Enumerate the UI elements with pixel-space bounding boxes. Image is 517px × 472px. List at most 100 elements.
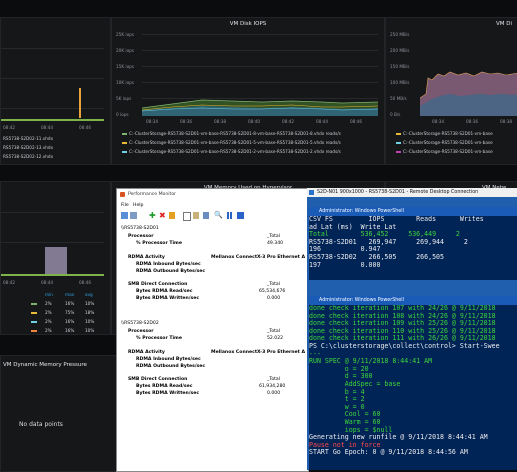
view-graph-icon[interactable]: [121, 212, 128, 219]
panel-disk-latency: 08:42 08:44 08:46 RS5738-S2D02-11.vhdx R…: [0, 17, 111, 165]
legend-item[interactable]: RS5738-S2D02-12.vhdx: [3, 154, 53, 159]
legend-item[interactable]: C:-ClusterStorage-RS5738-S2D01-vm-base: [396, 131, 493, 136]
powershell-console-1[interactable]: CSV FS IOPS Reads Writes ad Lat (ms) Writ…: [309, 216, 517, 280]
object-name: Processor: [128, 329, 154, 334]
cpu-spike-area: [45, 247, 67, 275]
legend-item[interactable]: C:-ClusterStorage-RS5738-S2D01-vm-base-R…: [122, 149, 341, 154]
table-cell: 2%: [45, 319, 52, 324]
instance-name: _Total: [267, 329, 281, 334]
x-tick: 08:34: [146, 119, 159, 124]
cpu-baseline: [1, 274, 104, 276]
copy-icon[interactable]: [183, 212, 191, 221]
performance-monitor-window: Performance Monitor File Help ✚ ✖ 🔍 \\RS…: [116, 188, 309, 472]
menu-file[interactable]: File: [121, 203, 129, 208]
legend-item[interactable]: RS5738-S2D02-11.vhdx: [3, 136, 53, 141]
table-cell: 10%: [85, 301, 95, 306]
series-swatch: [31, 330, 37, 332]
remote-desktop-window: S2D-N01 900x1000 - RS5738-S2D01 - Remote…: [307, 188, 517, 470]
console-line: START Go Epoch: 0 @ 9/11/2018 8:44:56 AM: [309, 448, 468, 457]
zoom-icon[interactable]: 🔍: [214, 211, 223, 219]
legend-item[interactable]: C:-ClusterStorage-RS5738-S2D01-vm-base-R…: [122, 131, 341, 136]
object-name: SMB Direct Connection: [128, 282, 188, 287]
iops-graph: [142, 99, 378, 116]
counter-value: 0.000: [267, 296, 281, 301]
x-tick: 08:40: [248, 119, 261, 124]
table-cell: 16%: [65, 301, 75, 306]
legend-item[interactable]: RS5738-S2D02-13.vhdx: [3, 145, 53, 150]
instance-name: _Total: [267, 282, 281, 287]
counter-value: 0.000: [267, 391, 281, 396]
server-name: \\RS5738-S2D01: [121, 226, 159, 231]
legend-item[interactable]: C:-ClusterStorage-RS5738-S2D01-vm-base-R…: [122, 140, 341, 145]
object-name: RDMA Activity: [128, 350, 165, 355]
y-tick: 25K iops: [116, 32, 134, 37]
table-cell: 2%: [45, 328, 52, 333]
x-tick: 08:42: [3, 125, 16, 130]
panel-title: VM Disk IOPS: [229, 21, 267, 27]
panel-vm-cpu: 08:42 08:44 08:46 min max avg 2% 16% 10% 2%…: [0, 181, 111, 335]
legend-item[interactable]: C:-ClusterStorage-RS5738-S2D01-vm-base: [396, 149, 493, 154]
pm-toolbar: ✚ ✖ 🔍: [119, 211, 269, 221]
highlight-icon[interactable]: [169, 212, 175, 219]
console-line: 197 0.000: [309, 260, 381, 269]
legend-item[interactable]: C:-ClusterStorage-RS5738-S2D01-vm-base: [396, 140, 493, 145]
x-tick: 08:38: [500, 119, 513, 124]
delete-counter-icon[interactable]: ✖: [159, 211, 166, 220]
counter-name: RDMA Outbound Bytes/sec: [136, 269, 206, 274]
instance-name: _Total: [267, 234, 281, 239]
update-icon[interactable]: [237, 212, 244, 219]
counter-name: RDMA Inbound Bytes/sec: [136, 262, 201, 267]
x-tick: 08:44: [41, 125, 54, 130]
table-header[interactable]: min: [45, 292, 53, 297]
throughput-graph: [420, 71, 517, 116]
object-name: Processor: [128, 234, 154, 239]
paste-icon[interactable]: [193, 212, 199, 219]
pm-title: Performance Monitor: [128, 192, 177, 197]
table-cell: 16%: [65, 328, 75, 333]
y-tick: 0 iops: [116, 112, 129, 117]
properties-icon[interactable]: [203, 212, 209, 219]
object-name: RDMA Activity: [128, 255, 165, 260]
freeze-icon[interactable]: [227, 212, 229, 219]
panel-title: VM Di: [496, 21, 513, 27]
latency-baseline: [1, 119, 104, 121]
y-tick: 50 MB/s: [390, 96, 407, 101]
x-tick: 08:44: [316, 119, 329, 124]
ps2-title: Administrator: Windows PowerShell: [319, 298, 404, 303]
view-histogram-icon[interactable]: [130, 212, 137, 219]
menu-help[interactable]: Help: [133, 203, 143, 208]
y-tick: 0 B/s: [390, 112, 401, 117]
y-tick: 15K iops: [116, 64, 134, 69]
counter-name: Bytes RDMA Written/sec: [136, 391, 200, 396]
pm-icon: [120, 192, 125, 197]
latency-spike: [79, 88, 81, 118]
x-tick: 08:42: [282, 119, 295, 124]
y-tick: 5K iops: [116, 96, 132, 101]
ps2-titlebar: Administrator: Windows PowerShell: [309, 296, 517, 305]
powershell-console-2[interactable]: done check iteration 107 with 24/26 @ 9/…: [309, 305, 517, 470]
counter-value: 49.340: [267, 241, 284, 246]
table-cell: 16%: [65, 319, 75, 324]
x-tick: 08:46: [79, 280, 92, 285]
table-header[interactable]: avg: [85, 292, 93, 297]
table-header[interactable]: max: [65, 292, 74, 297]
x-tick: 08:34: [432, 119, 445, 124]
counter-name: % Processor Time: [136, 241, 182, 246]
counter-value: 65,534,676: [259, 289, 286, 294]
add-counter-icon[interactable]: ✚: [149, 211, 156, 220]
counter-name: Bytes RDMA Read/sec: [136, 289, 193, 294]
rdp-title: S2D-N01 900x1000 - RS5738-S2D01 - Remote…: [307, 188, 517, 197]
panel-title: VM Dynamic Memory Pressure: [3, 362, 87, 368]
x-tick: 08:44: [41, 280, 54, 285]
series-swatch: [31, 312, 37, 314]
y-tick: 10K iops: [116, 80, 134, 85]
x-tick: 08:36: [466, 119, 479, 124]
instance-name: Mellanox ConnectX-3 Pro Ethernet A: [211, 350, 306, 355]
y-tick: 150 MB/s: [390, 64, 410, 69]
counter-name: Bytes RDMA Written/sec: [136, 296, 200, 301]
x-tick: 08:46: [79, 125, 92, 130]
y-tick: 200 MB/s: [390, 48, 410, 53]
counter-name: % Processor Time: [136, 336, 182, 341]
series-swatch: [31, 321, 37, 323]
x-tick: 08:46: [350, 119, 363, 124]
